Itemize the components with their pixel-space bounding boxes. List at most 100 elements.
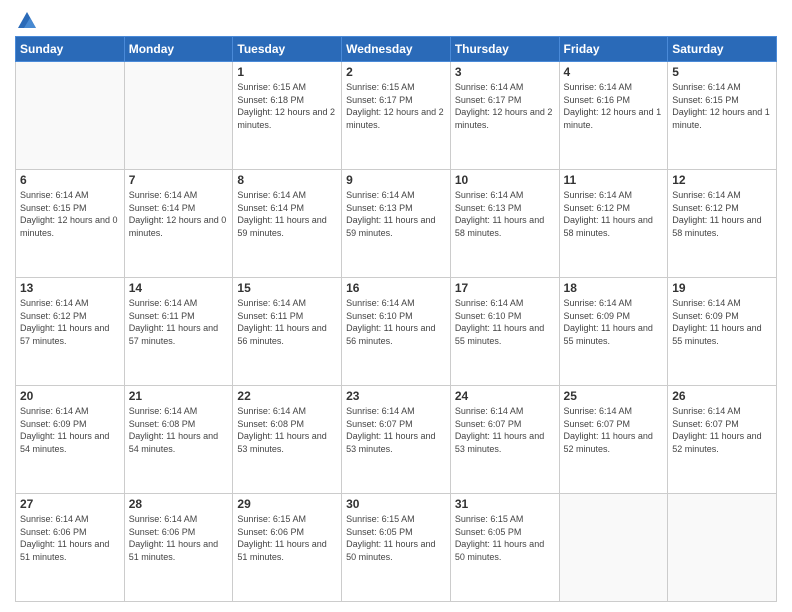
calendar-cell [668, 494, 777, 602]
day-number: 19 [672, 281, 772, 295]
calendar-cell: 2Sunrise: 6:15 AM Sunset: 6:17 PM Daylig… [342, 62, 451, 170]
calendar-cell: 17 Sunrise: 6:14 AM Sunset: 6:10 PM Dayli… [450, 278, 559, 386]
day-info: Sunrise: 6:14 AM Sunset: 6:07 PM Dayligh… [346, 405, 446, 455]
calendar-cell: 29 Sunrise: 6:15 AM Sunset: 6:06 PM Dayli… [233, 494, 342, 602]
day-number: 18 [564, 281, 664, 295]
weekday-header-friday: Friday [559, 37, 668, 62]
day-number: 10 [455, 173, 555, 187]
calendar-cell: 27 Sunrise: 6:14 AM Sunset: 6:06 PM Dayli… [16, 494, 125, 602]
day-info: Sunrise: 6:14 AM Sunset: 6:08 PM Dayligh… [129, 405, 229, 455]
calendar-cell: 14 Sunrise: 6:14 AM Sunset: 6:11 PM Dayli… [124, 278, 233, 386]
day-number: 15 [237, 281, 337, 295]
day-info: Sunrise: 6:14 AM Sunset: 6:10 PM Dayligh… [455, 297, 555, 347]
day-number: 11 [564, 173, 664, 187]
day-number: 4 [564, 65, 664, 79]
day-info: Sunrise: 6:14 AM Sunset: 6:08 PM Dayligh… [237, 405, 337, 455]
calendar-cell: 9 Sunrise: 6:14 AM Sunset: 6:13 PM Daylig… [342, 170, 451, 278]
day-number: 31 [455, 497, 555, 511]
calendar-cell: 25 Sunrise: 6:14 AM Sunset: 6:07 PM Dayli… [559, 386, 668, 494]
day-info: Sunrise: 6:14 AM Sunset: 6:11 PM Dayligh… [129, 297, 229, 347]
calendar-cell: 24Sunrise: 6:14 AM Sunset: 6:07 PM Dayli… [450, 386, 559, 494]
day-info: Sunrise: 6:14 AM Sunset: 6:07 PM Dayligh… [564, 405, 664, 455]
day-info: Sunrise: 6:14 AM Sunset: 6:12 PM Dayligh… [20, 297, 120, 347]
weekday-header-sunday: Sunday [16, 37, 125, 62]
day-number: 7 [129, 173, 229, 187]
calendar-cell: 7 Sunrise: 6:14 AM Sunset: 6:14 PM Daylig… [124, 170, 233, 278]
day-info: Sunrise: 6:14 AM Sunset: 6:07 PM Dayligh… [672, 405, 772, 455]
calendar-cell: 20 Sunrise: 6:14 AM Sunset: 6:09 PM Dayli… [16, 386, 125, 494]
calendar-cell: 4 Sunrise: 6:14 AM Sunset: 6:16 PM Daylig… [559, 62, 668, 170]
day-info: Sunrise: 6:14 AM Sunset: 6:06 PM Dayligh… [20, 513, 120, 563]
day-number: 17 [455, 281, 555, 295]
calendar-cell: 1Sunrise: 6:15 AM Sunset: 6:18 PM Daylig… [233, 62, 342, 170]
calendar-cell: 11 Sunrise: 6:14 AM Sunset: 6:12 PM Dayli… [559, 170, 668, 278]
day-number: 28 [129, 497, 229, 511]
day-number: 29 [237, 497, 337, 511]
calendar-week-2: 6Sunrise: 6:14 AM Sunset: 6:15 PM Daylig… [16, 170, 777, 278]
calendar-cell: 26 Sunrise: 6:14 AM Sunset: 6:07 PM Dayli… [668, 386, 777, 494]
day-info: Sunrise: 6:15 AM Sunset: 6:05 PM Dayligh… [455, 513, 555, 563]
day-number: 1 [237, 65, 337, 79]
logo [15, 10, 38, 28]
weekday-header-tuesday: Tuesday [233, 37, 342, 62]
weekday-header-wednesday: Wednesday [342, 37, 451, 62]
calendar-cell: 8Sunrise: 6:14 AM Sunset: 6:14 PM Daylig… [233, 170, 342, 278]
calendar-cell: 22 Sunrise: 6:14 AM Sunset: 6:08 PM Dayli… [233, 386, 342, 494]
day-number: 24 [455, 389, 555, 403]
day-number: 12 [672, 173, 772, 187]
day-info: Sunrise: 6:14 AM Sunset: 6:15 PM Dayligh… [20, 189, 120, 239]
day-info: Sunrise: 6:14 AM Sunset: 6:09 PM Dayligh… [20, 405, 120, 455]
day-number: 30 [346, 497, 446, 511]
day-info: Sunrise: 6:14 AM Sunset: 6:09 PM Dayligh… [672, 297, 772, 347]
calendar-cell: 12Sunrise: 6:14 AM Sunset: 6:12 PM Dayli… [668, 170, 777, 278]
calendar-cell: 23 Sunrise: 6:14 AM Sunset: 6:07 PM Dayli… [342, 386, 451, 494]
calendar-cell: 16Sunrise: 6:14 AM Sunset: 6:10 PM Dayli… [342, 278, 451, 386]
calendar-week-4: 20 Sunrise: 6:14 AM Sunset: 6:09 PM Dayli… [16, 386, 777, 494]
calendar-cell: 13 Sunrise: 6:14 AM Sunset: 6:12 PM Dayli… [16, 278, 125, 386]
day-info: Sunrise: 6:15 AM Sunset: 6:06 PM Dayligh… [237, 513, 337, 563]
day-info: Sunrise: 6:15 AM Sunset: 6:05 PM Dayligh… [346, 513, 446, 563]
calendar-cell: 18 Sunrise: 6:14 AM Sunset: 6:09 PM Dayli… [559, 278, 668, 386]
day-info: Sunrise: 6:14 AM Sunset: 6:13 PM Dayligh… [346, 189, 446, 239]
calendar-cell: 30 Sunrise: 6:15 AM Sunset: 6:05 PM Dayli… [342, 494, 451, 602]
day-number: 25 [564, 389, 664, 403]
calendar-cell: 10Sunrise: 6:14 AM Sunset: 6:13 PM Dayli… [450, 170, 559, 278]
day-info: Sunrise: 6:14 AM Sunset: 6:11 PM Dayligh… [237, 297, 337, 347]
day-number: 26 [672, 389, 772, 403]
day-info: Sunrise: 6:14 AM Sunset: 6:12 PM Dayligh… [564, 189, 664, 239]
day-number: 21 [129, 389, 229, 403]
calendar-cell: 6Sunrise: 6:14 AM Sunset: 6:15 PM Daylig… [16, 170, 125, 278]
calendar-cell: 28 Sunrise: 6:14 AM Sunset: 6:06 PM Dayli… [124, 494, 233, 602]
logo-icon [16, 10, 38, 32]
calendar-cell: 31 Sunrise: 6:15 AM Sunset: 6:05 PM Dayli… [450, 494, 559, 602]
calendar-cell: 21 Sunrise: 6:14 AM Sunset: 6:08 PM Dayli… [124, 386, 233, 494]
day-info: Sunrise: 6:14 AM Sunset: 6:14 PM Dayligh… [129, 189, 229, 239]
day-number: 23 [346, 389, 446, 403]
calendar-cell: 19 Sunrise: 6:14 AM Sunset: 6:09 PM Dayli… [668, 278, 777, 386]
day-number: 13 [20, 281, 120, 295]
calendar-cell: 3 Sunrise: 6:14 AM Sunset: 6:17 PM Daylig… [450, 62, 559, 170]
calendar-cell: 5Sunrise: 6:14 AM Sunset: 6:15 PM Daylig… [668, 62, 777, 170]
calendar-week-5: 27 Sunrise: 6:14 AM Sunset: 6:06 PM Dayli… [16, 494, 777, 602]
calendar-cell [559, 494, 668, 602]
day-info: Sunrise: 6:14 AM Sunset: 6:17 PM Dayligh… [455, 81, 555, 131]
day-info: Sunrise: 6:14 AM Sunset: 6:16 PM Dayligh… [564, 81, 664, 131]
weekday-header-monday: Monday [124, 37, 233, 62]
day-number: 22 [237, 389, 337, 403]
day-number: 9 [346, 173, 446, 187]
day-info: Sunrise: 6:14 AM Sunset: 6:15 PM Dayligh… [672, 81, 772, 131]
day-number: 3 [455, 65, 555, 79]
header [15, 10, 777, 28]
day-number: 2 [346, 65, 446, 79]
day-info: Sunrise: 6:14 AM Sunset: 6:06 PM Dayligh… [129, 513, 229, 563]
calendar-cell: 15 Sunrise: 6:14 AM Sunset: 6:11 PM Dayli… [233, 278, 342, 386]
calendar-week-3: 13 Sunrise: 6:14 AM Sunset: 6:12 PM Dayli… [16, 278, 777, 386]
day-info: Sunrise: 6:14 AM Sunset: 6:14 PM Dayligh… [237, 189, 337, 239]
day-number: 27 [20, 497, 120, 511]
day-number: 14 [129, 281, 229, 295]
calendar-cell [124, 62, 233, 170]
day-number: 20 [20, 389, 120, 403]
calendar-week-1: 1Sunrise: 6:15 AM Sunset: 6:18 PM Daylig… [16, 62, 777, 170]
day-info: Sunrise: 6:14 AM Sunset: 6:09 PM Dayligh… [564, 297, 664, 347]
calendar-table: SundayMondayTuesdayWednesdayThursdayFrid… [15, 36, 777, 602]
